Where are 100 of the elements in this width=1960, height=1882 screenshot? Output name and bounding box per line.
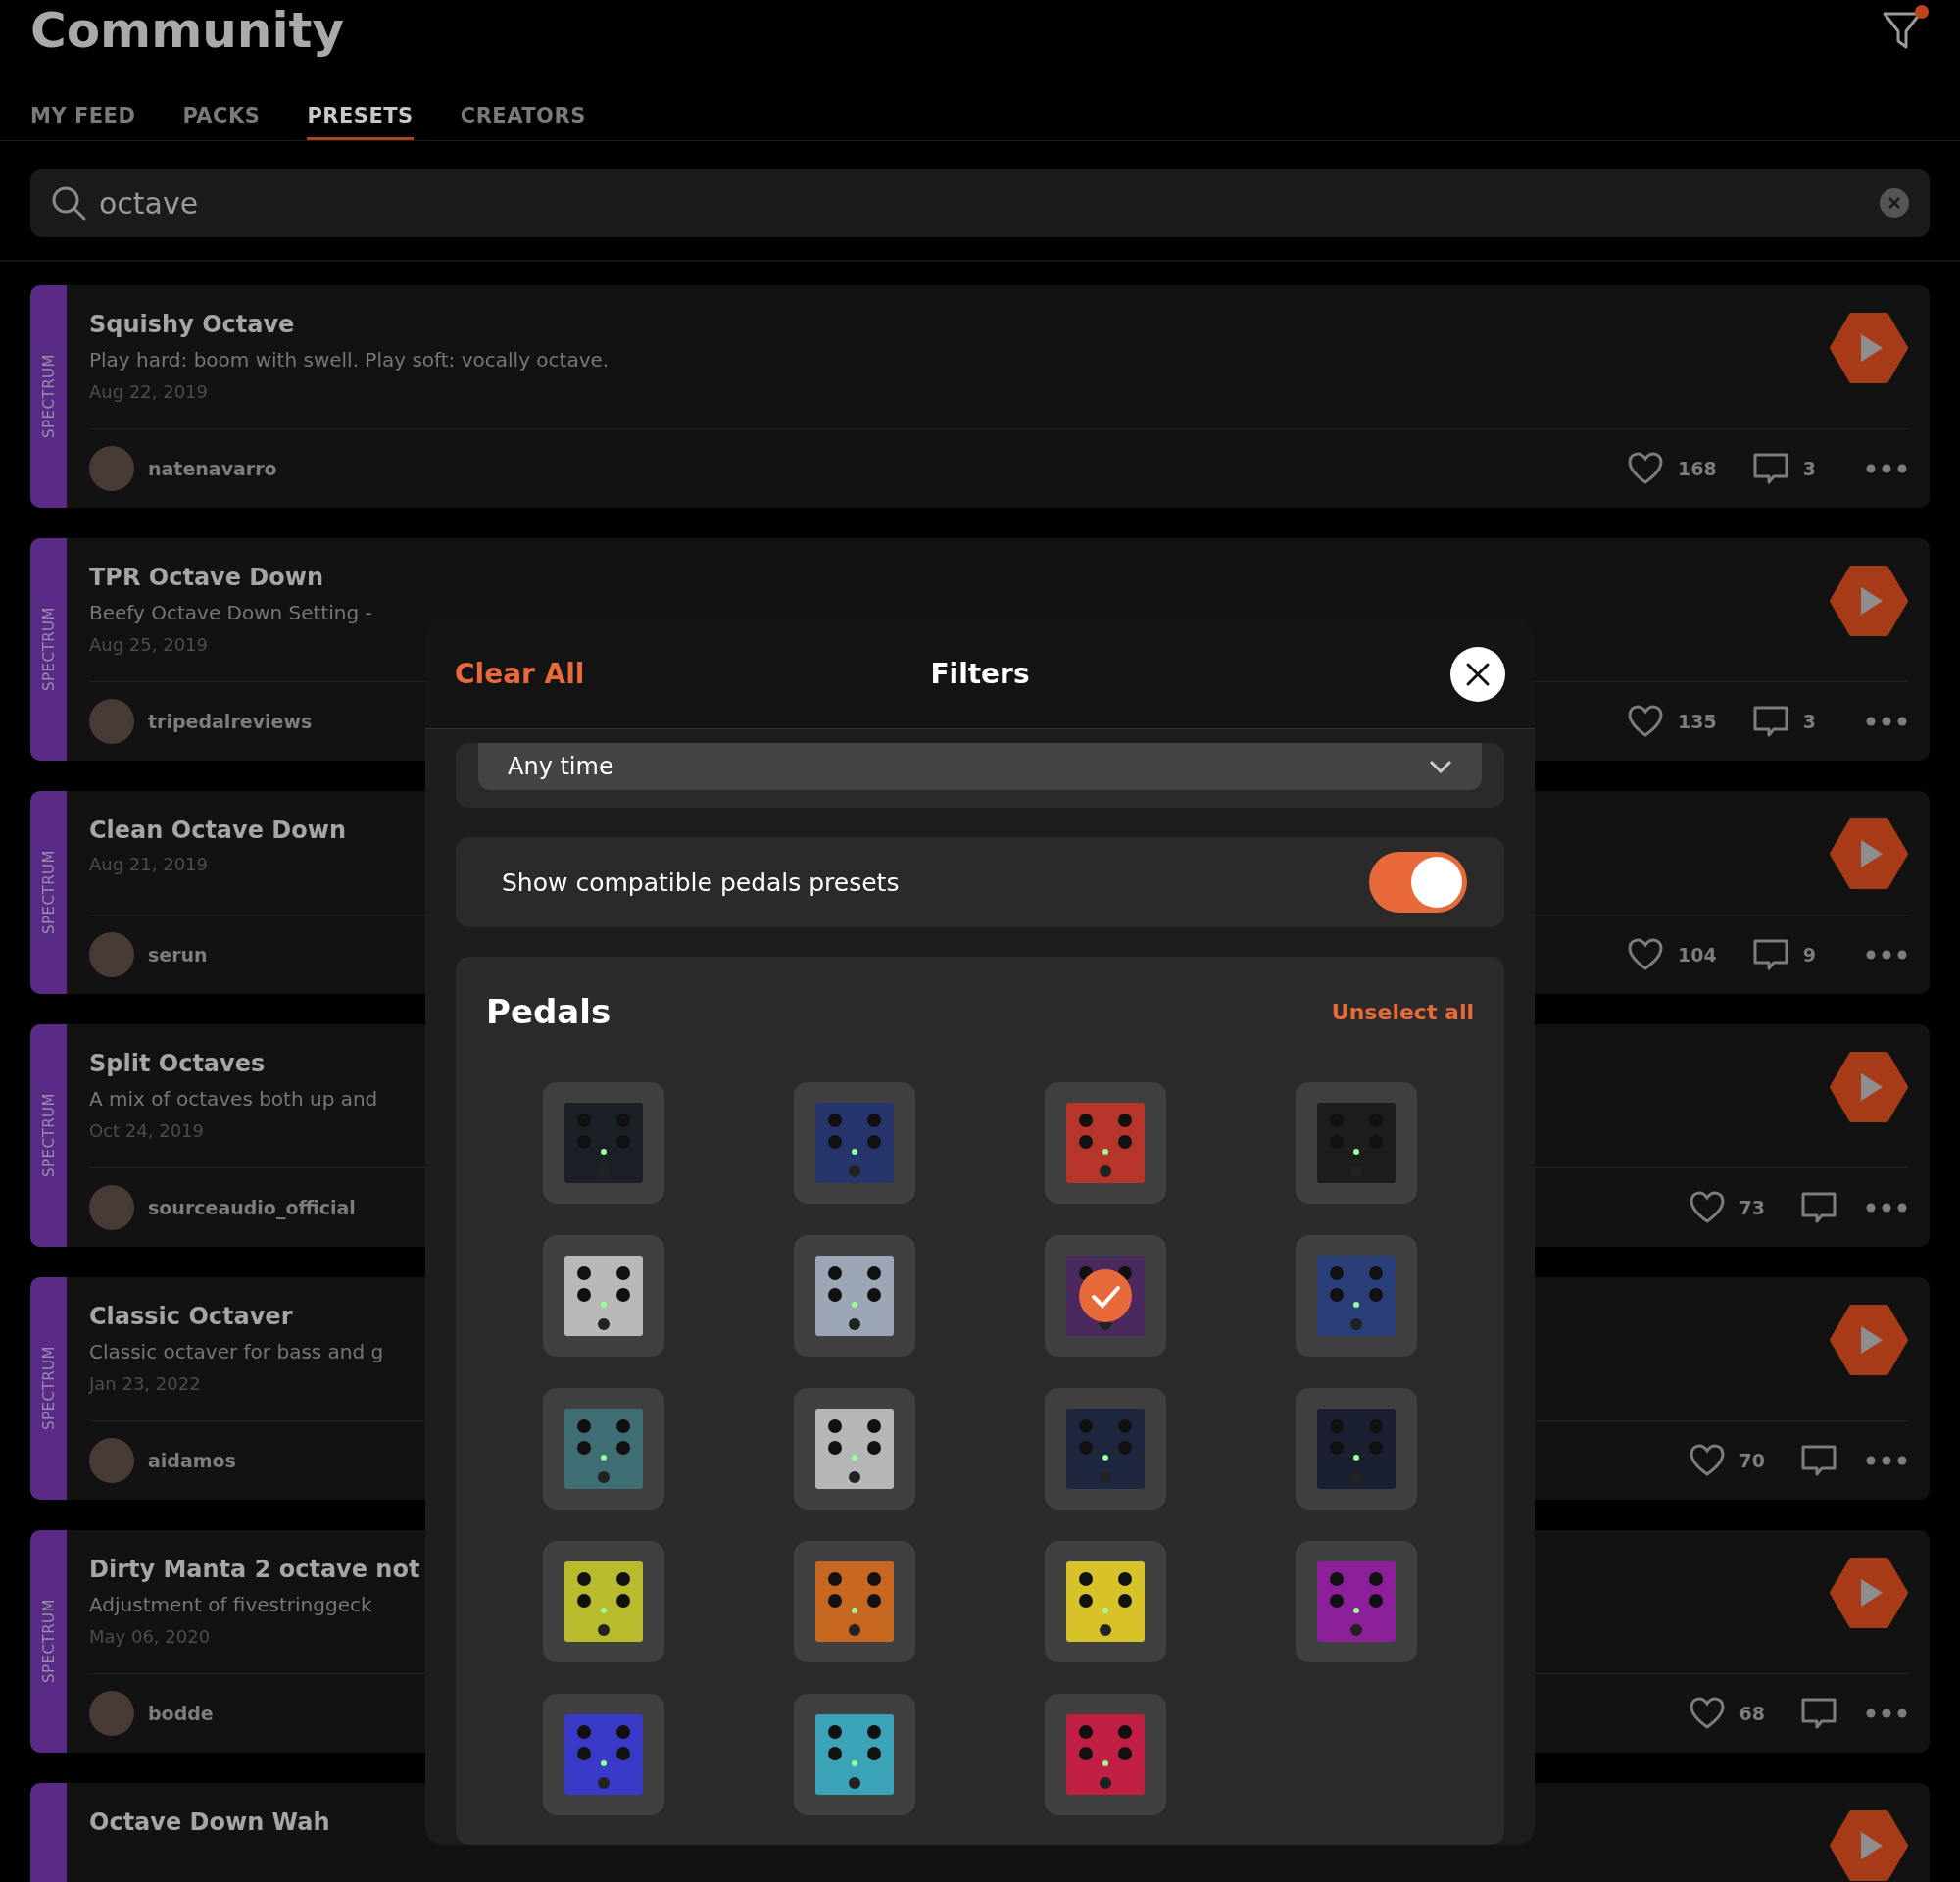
comment-icon[interactable] xyxy=(1800,1696,1838,1731)
avatar xyxy=(89,699,134,744)
pedal-tile[interactable] xyxy=(1045,1235,1166,1357)
more-icon[interactable] xyxy=(1865,1708,1908,1719)
avatar xyxy=(89,1691,134,1736)
preset-description: Play hard: boom with swell. Play soft: vocally octave. xyxy=(89,347,610,373)
tab[interactable]: CREATORS xyxy=(460,104,586,140)
pedal-tile[interactable] xyxy=(1296,1541,1417,1662)
preset-description: A mix of octaves both up and xyxy=(89,1086,378,1113)
heart-icon[interactable] xyxy=(1688,1696,1726,1731)
more-icon[interactable] xyxy=(1865,463,1908,474)
pedal-tile[interactable] xyxy=(543,1082,664,1204)
pedal-tile[interactable] xyxy=(543,1541,664,1662)
pedal-tile[interactable] xyxy=(1296,1082,1417,1204)
preset-description: Classic octaver for bass and g xyxy=(89,1339,384,1365)
preset-card[interactable]: SPECTRUM Squishy Octave Play hard: boom with swell. Play soft: vocally octave. Aug 22, 2019 natenavarro 168 3 xyxy=(30,285,1930,508)
pedal-tile[interactable] xyxy=(794,1541,915,1662)
search-field[interactable]: octave xyxy=(30,169,1930,237)
pedal-tile[interactable] xyxy=(543,1694,664,1815)
unselect-all-button[interactable]: Unselect all xyxy=(1331,999,1474,1024)
tab[interactable]: PRESETS xyxy=(307,104,414,140)
play-icon[interactable] xyxy=(1830,1303,1908,1377)
play-icon[interactable] xyxy=(1830,564,1908,638)
comment-icon[interactable] xyxy=(1800,1443,1838,1478)
more-icon[interactable] xyxy=(1865,949,1908,961)
like-count: 104 xyxy=(1678,944,1717,966)
preset-date: Aug 25, 2019 xyxy=(89,633,210,657)
play-icon[interactable] xyxy=(1830,311,1908,385)
preset-date: Aug 22, 2019 xyxy=(89,380,210,404)
pedal-tile[interactable] xyxy=(1296,1388,1417,1510)
tab[interactable]: MY FEED xyxy=(30,104,136,140)
close-icon xyxy=(1465,661,1491,687)
preset-date: Oct 24, 2019 xyxy=(89,1119,205,1143)
preset-title: Squishy Octave xyxy=(89,310,296,340)
pedal-tile[interactable] xyxy=(1045,1694,1166,1815)
pedal-tile[interactable] xyxy=(1045,1082,1166,1204)
category-label: SPECTRUM xyxy=(39,1093,58,1178)
play-icon[interactable] xyxy=(1830,1808,1908,1882)
preset-title: Split Octaves xyxy=(89,1049,267,1079)
section-title: Pedals xyxy=(486,992,612,1031)
more-icon[interactable] xyxy=(1865,716,1908,727)
search-input[interactable]: octave xyxy=(97,184,1869,222)
dialog-title: Filters xyxy=(930,658,1030,690)
comment-count: 9 xyxy=(1802,944,1816,966)
preset-title: Dirty Manta 2 octave not xyxy=(89,1555,420,1585)
tab[interactable]: PACKS xyxy=(182,104,261,140)
category-label: SPECTRUM xyxy=(39,354,58,439)
avatar xyxy=(89,1438,134,1483)
category-label: SPECTRUM xyxy=(39,607,58,692)
pedal-tile[interactable] xyxy=(543,1388,664,1510)
preset-title: Octave Down Wah xyxy=(89,1808,330,1838)
comment-icon[interactable] xyxy=(1751,451,1789,486)
pedal-tile[interactable] xyxy=(794,1694,915,1815)
play-icon[interactable] xyxy=(1830,1556,1908,1630)
preset-date: Aug 21, 2019 xyxy=(89,853,210,876)
chevron-icon xyxy=(1429,760,1452,773)
pedal-tile[interactable] xyxy=(543,1235,664,1357)
category-label: SPECTRUM xyxy=(39,1599,58,1684)
pedal-tile[interactable] xyxy=(1045,1541,1166,1662)
comment-icon[interactable] xyxy=(1800,1190,1838,1225)
play-icon[interactable] xyxy=(1830,817,1908,891)
time-dropdown[interactable]: Any time xyxy=(478,743,1482,790)
like-count: 68 xyxy=(1739,1703,1765,1724)
pedal-tile[interactable] xyxy=(1296,1235,1417,1357)
heart-icon[interactable] xyxy=(1627,704,1665,739)
pedal-tile[interactable] xyxy=(794,1388,915,1510)
preset-description: Beefy Octave Down Setting - xyxy=(89,600,372,626)
toggle-label: Show compatible pedals presets xyxy=(502,867,900,897)
heart-icon[interactable] xyxy=(1688,1190,1726,1225)
avatar xyxy=(89,932,134,977)
check-icon xyxy=(1079,1269,1132,1322)
preset-title: TPR Octave Down xyxy=(89,563,325,593)
preset-description: Adjustment of fivestringgeck xyxy=(89,1592,373,1618)
heart-icon[interactable] xyxy=(1688,1443,1726,1478)
more-icon[interactable] xyxy=(1865,1455,1908,1466)
clear-all-button[interactable]: Clear All xyxy=(455,658,585,690)
search-icon xyxy=(50,184,87,222)
page-title: Community xyxy=(30,1,345,61)
clear-icon[interactable] xyxy=(1879,187,1910,219)
comment-count: 3 xyxy=(1802,458,1816,479)
avatar xyxy=(89,1185,134,1230)
preset-title: Classic Octaver xyxy=(89,1302,294,1332)
avatar xyxy=(89,446,134,491)
category-label: SPECTRUM xyxy=(39,1346,58,1431)
comment-icon[interactable] xyxy=(1751,937,1789,972)
preset-date: Jan 23, 2022 xyxy=(89,1372,202,1396)
pedal-tile[interactable] xyxy=(794,1082,915,1204)
preset-date: May 06, 2020 xyxy=(89,1625,212,1649)
heart-icon[interactable] xyxy=(1627,451,1665,486)
like-count: 70 xyxy=(1739,1450,1765,1471)
comment-count: 3 xyxy=(1802,711,1816,732)
play-icon[interactable] xyxy=(1830,1050,1908,1124)
comment-icon[interactable] xyxy=(1751,704,1789,739)
heart-icon[interactable] xyxy=(1627,937,1665,972)
like-count: 135 xyxy=(1678,711,1717,732)
author-name[interactable]: natenavarro xyxy=(148,458,1614,479)
pedal-tile[interactable] xyxy=(1045,1388,1166,1510)
category-label: SPECTRUM xyxy=(39,850,58,935)
more-icon[interactable] xyxy=(1865,1202,1908,1213)
pedal-tile[interactable] xyxy=(794,1235,915,1357)
